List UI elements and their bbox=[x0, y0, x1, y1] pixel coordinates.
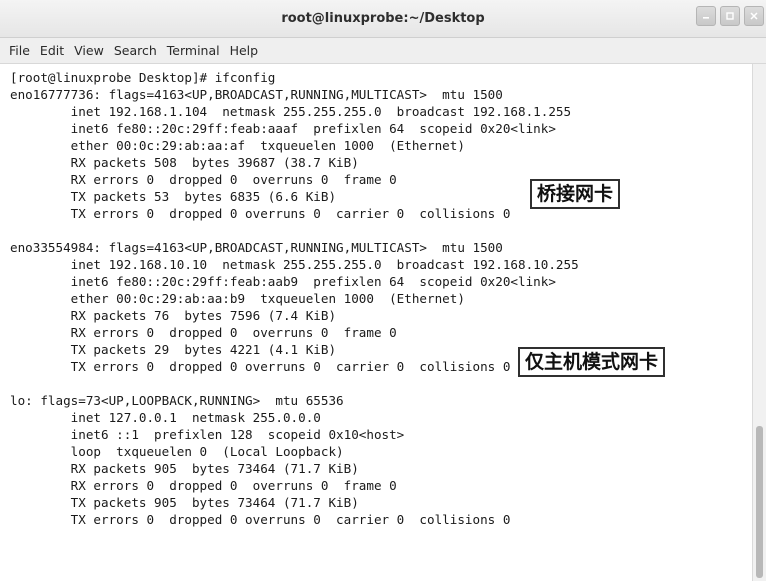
bridged-nic-callout: 桥接网卡 bbox=[530, 179, 621, 209]
terminal-line: RX packets 508 bytes 39687 (38.7 KiB) bbox=[10, 155, 359, 170]
terminal-line: eno16777736: flags=4163<UP,BROADCAST,RUN… bbox=[10, 87, 503, 102]
terminal-line: [root@linuxprobe Desktop]# ifconfig bbox=[10, 70, 276, 85]
maximize-button[interactable] bbox=[720, 6, 740, 26]
title-bar[interactable]: root@linuxprobe:~/Desktop bbox=[0, 0, 766, 38]
minimize-button[interactable] bbox=[696, 6, 716, 26]
close-icon bbox=[750, 12, 758, 20]
terminal-window: root@linuxprobe:~/Desktop File Edit View… bbox=[0, 0, 766, 581]
hostonly-nic-callout: 仅主机模式网卡 bbox=[518, 347, 666, 377]
terminal-line: inet6 fe80::20c:29ff:feab:aaaf prefixlen… bbox=[10, 121, 556, 136]
terminal-line: TX errors 0 dropped 0 overruns 0 carrier… bbox=[10, 359, 511, 374]
terminal-line: RX packets 76 bytes 7596 (7.4 KiB) bbox=[10, 308, 337, 323]
terminal-output[interactable]: [root@linuxprobe Desktop]# ifconfig eno1… bbox=[0, 64, 752, 581]
minimize-icon bbox=[703, 17, 709, 19]
terminal-line: RX errors 0 dropped 0 overruns 0 frame 0 bbox=[10, 478, 397, 493]
terminal-line: TX errors 0 dropped 0 overruns 0 carrier… bbox=[10, 512, 511, 527]
terminal-line: inet 192.168.10.10 netmask 255.255.255.0… bbox=[10, 257, 579, 272]
terminal-line: ether 00:0c:29:ab:aa:b9 txqueuelen 1000 … bbox=[10, 291, 465, 306]
terminal-line: TX packets 905 bytes 73464 (71.7 KiB) bbox=[10, 495, 359, 510]
terminal-line: RX errors 0 dropped 0 overruns 0 frame 0 bbox=[10, 172, 397, 187]
terminal-line: inet6 ::1 prefixlen 128 scopeid 0x10<hos… bbox=[10, 427, 405, 442]
terminal-line: inet6 fe80::20c:29ff:feab:aab9 prefixlen… bbox=[10, 274, 556, 289]
menu-view[interactable]: View bbox=[69, 38, 109, 64]
menu-search[interactable]: Search bbox=[109, 38, 162, 64]
menu-help[interactable]: Help bbox=[225, 38, 264, 64]
menu-edit[interactable]: Edit bbox=[35, 38, 69, 64]
menu-terminal[interactable]: Terminal bbox=[162, 38, 225, 64]
terminal-line: TX packets 53 bytes 6835 (6.6 KiB) bbox=[10, 189, 337, 204]
menu-bar: File Edit View Search Terminal Help bbox=[0, 38, 766, 64]
terminal-line: eno33554984: flags=4163<UP,BROADCAST,RUN… bbox=[10, 240, 503, 255]
scrollbar-thumb[interactable] bbox=[756, 426, 763, 578]
terminal-line: ether 00:0c:29:ab:aa:af txqueuelen 1000 … bbox=[10, 138, 465, 153]
terminal-line: RX errors 0 dropped 0 overruns 0 frame 0 bbox=[10, 325, 397, 340]
close-button[interactable] bbox=[744, 6, 764, 26]
terminal-line: RX packets 905 bytes 73464 (71.7 KiB) bbox=[10, 461, 359, 476]
window-title: root@linuxprobe:~/Desktop bbox=[281, 11, 485, 26]
terminal-line: TX errors 0 dropped 0 overruns 0 carrier… bbox=[10, 206, 511, 221]
maximize-icon bbox=[726, 12, 734, 20]
terminal-line: lo: flags=73<UP,LOOPBACK,RUNNING> mtu 65… bbox=[10, 393, 344, 408]
vertical-scrollbar[interactable] bbox=[752, 64, 766, 581]
terminal-line: loop txqueuelen 0 (Local Loopback) bbox=[10, 444, 344, 459]
terminal-line: inet 127.0.0.1 netmask 255.0.0.0 bbox=[10, 410, 321, 425]
window-controls bbox=[696, 6, 764, 26]
menu-file[interactable]: File bbox=[4, 38, 35, 64]
terminal-line: TX packets 29 bytes 4221 (4.1 KiB) bbox=[10, 342, 337, 357]
terminal-line: inet 192.168.1.104 netmask 255.255.255.0… bbox=[10, 104, 572, 119]
